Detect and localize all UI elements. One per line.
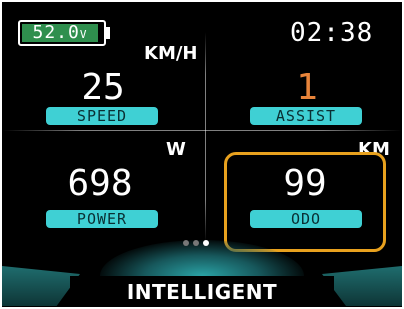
power-label[interactable]: POWER xyxy=(46,210,158,228)
battery-voltage: 52.0 xyxy=(32,22,80,43)
clock: 02:38 xyxy=(290,18,374,48)
battery-indicator: 52.0V xyxy=(18,20,106,46)
odo-value: 99 xyxy=(283,163,327,204)
page-dot-active xyxy=(203,240,209,246)
power-unit: W xyxy=(166,139,186,160)
assist-label[interactable]: ASSIST xyxy=(250,107,362,125)
speed-label[interactable]: SPEED xyxy=(46,107,158,125)
horizontal-divider xyxy=(2,130,402,131)
power-value: 698 xyxy=(67,163,133,204)
battery-level: 52.0V xyxy=(22,24,98,42)
battery-cap-icon xyxy=(106,27,110,39)
speed-unit: KM/H xyxy=(144,43,198,64)
vertical-divider xyxy=(205,32,206,242)
assist-value: 1 xyxy=(296,67,318,108)
speed-value: 25 xyxy=(81,67,125,108)
battery-unit: V xyxy=(79,28,88,41)
page-dot xyxy=(193,240,199,246)
odo-label[interactable]: ODO xyxy=(250,210,362,228)
page-dot xyxy=(183,240,189,246)
riding-mode[interactable]: INTELLIGENT xyxy=(70,280,334,304)
